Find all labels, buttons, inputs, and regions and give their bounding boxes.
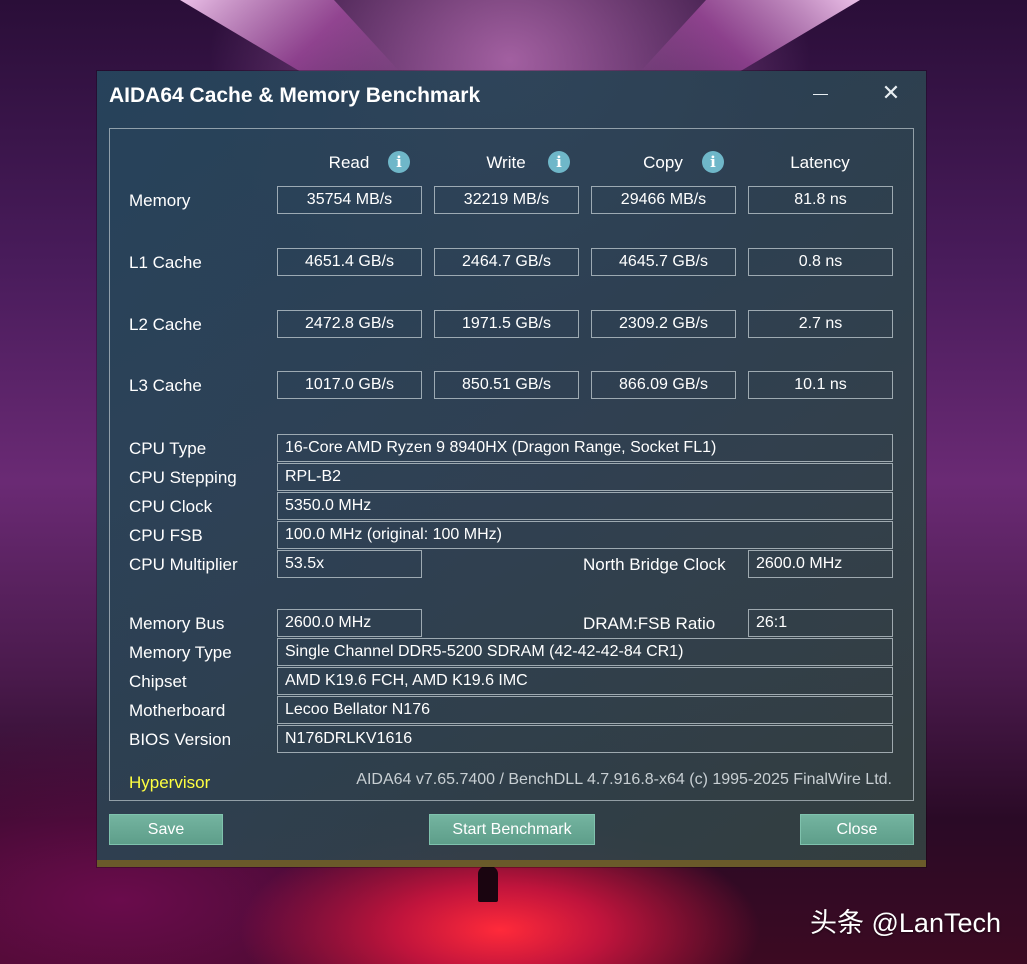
cpu-type-value: 16-Core AMD Ryzen 9 8940HX (Dragon Range… (277, 434, 893, 462)
l3-read-value: 1017.0 GB/s (277, 371, 422, 399)
row-label-l2: L2 Cache (129, 315, 202, 334)
memory-read-value: 35754 MB/s (277, 186, 422, 214)
watermark: 头条 @LanTech (810, 908, 1001, 938)
wallpaper-light-right (640, 0, 860, 72)
memory-write-value: 32219 MB/s (434, 186, 579, 214)
l1-latency-value: 0.8 ns (748, 248, 893, 276)
l3-latency-value: 10.1 ns (748, 371, 893, 399)
l2-latency-value: 2.7 ns (748, 310, 893, 338)
chipset-label: Chipset (129, 672, 187, 691)
bios-version-label: BIOS Version (129, 730, 232, 749)
col-header-latency: Latency (790, 153, 850, 172)
copy-info-icon[interactable]: i (702, 151, 724, 173)
row-label-l3: L3 Cache (129, 376, 202, 395)
benchmark-window: AIDA64 Cache & Memory Benchmark ✕ Read i… (97, 71, 926, 867)
wallpaper-light-left (180, 0, 400, 72)
memory-type-label: Memory Type (129, 643, 232, 662)
start-benchmark-button[interactable]: Start Benchmark (429, 814, 595, 845)
l1-read-value: 4651.4 GB/s (277, 248, 422, 276)
motherboard-value: Lecoo Bellator N176 (277, 696, 893, 724)
nb-clock-label: North Bridge Clock (583, 555, 726, 574)
l3-write-value: 850.51 GB/s (434, 371, 579, 399)
minimize-button[interactable] (803, 81, 839, 109)
l1-copy-value: 4645.7 GB/s (591, 248, 736, 276)
close-button[interactable]: Close (800, 814, 914, 845)
cpu-fsb-label: CPU FSB (129, 526, 203, 545)
window-close-button[interactable]: ✕ (873, 81, 909, 109)
window-bottom-edge (97, 860, 926, 867)
l2-copy-value: 2309.2 GB/s (591, 310, 736, 338)
write-info-icon[interactable]: i (548, 151, 570, 173)
memory-bus-value: 2600.0 MHz (277, 609, 422, 637)
cpu-fsb-value: 100.0 MHz (original: 100 MHz) (277, 521, 893, 549)
l1-write-value: 2464.7 GB/s (434, 248, 579, 276)
read-info-icon[interactable]: i (388, 151, 410, 173)
wallpaper-figure (478, 866, 498, 902)
window-title: AIDA64 Cache & Memory Benchmark (109, 84, 481, 107)
cpu-type-label: CPU Type (129, 439, 207, 458)
memory-bus-label: Memory Bus (129, 614, 225, 633)
memory-latency-value: 81.8 ns (748, 186, 893, 214)
cpu-stepping-value: RPL-B2 (277, 463, 893, 491)
row-label-memory: Memory (129, 191, 191, 210)
l2-read-value: 2472.8 GB/s (277, 310, 422, 338)
cpu-clock-value: 5350.0 MHz (277, 492, 893, 520)
dram-fsb-ratio-label: DRAM:FSB Ratio (583, 614, 716, 633)
memory-copy-value: 29466 MB/s (591, 186, 736, 214)
hypervisor-link[interactable]: Hypervisor (129, 773, 210, 793)
cpu-multiplier-label: CPU Multiplier (129, 555, 238, 574)
l2-write-value: 1971.5 GB/s (434, 310, 579, 338)
bios-version-value: N176DRLKV1616 (277, 725, 893, 753)
l3-copy-value: 866.09 GB/s (591, 371, 736, 399)
row-label-l1: L1 Cache (129, 253, 202, 272)
save-button[interactable]: Save (109, 814, 223, 845)
results-panel: Read i Write i Copy i Latency Memory 357… (109, 128, 914, 801)
dram-fsb-ratio-value: 26:1 (748, 609, 893, 637)
cpu-clock-label: CPU Clock (129, 497, 213, 516)
cpu-stepping-label: CPU Stepping (129, 468, 237, 487)
memory-type-value: Single Channel DDR5-5200 SDRAM (42-42-42… (277, 638, 893, 666)
nb-clock-value: 2600.0 MHz (748, 550, 893, 578)
version-info: AIDA64 v7.65.7400 / BenchDLL 4.7.916.8-x… (356, 771, 892, 788)
motherboard-label: Motherboard (129, 701, 226, 720)
chipset-value: AMD K19.6 FCH, AMD K19.6 IMC (277, 667, 893, 695)
cpu-multiplier-value: 53.5x (277, 550, 422, 578)
